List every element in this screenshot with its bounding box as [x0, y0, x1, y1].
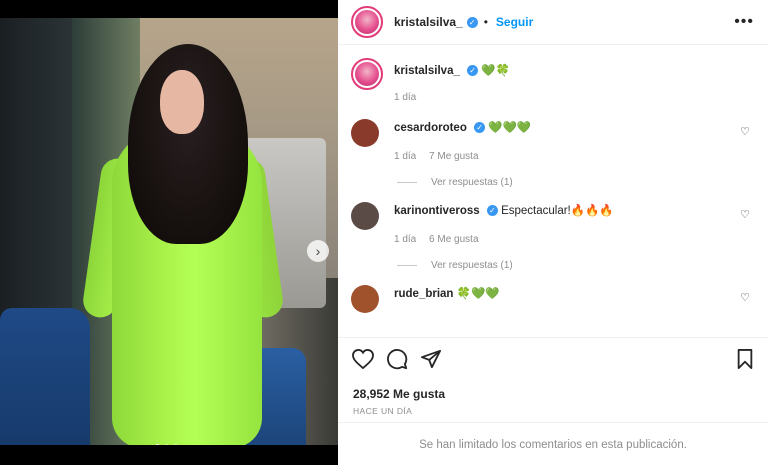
comment-username[interactable]: rude_brian [394, 288, 453, 300]
carousel-dot [173, 444, 178, 445]
verified-icon: ✓ [486, 205, 498, 216]
verified-icon: ✓ [467, 65, 479, 76]
caption-text: 💚🍀 [481, 65, 510, 77]
carousel-dot [155, 444, 160, 445]
comment-item: karinontiveross ✓ Espectacular!🔥🔥🔥 1 día… [351, 200, 754, 247]
comment-likes[interactable]: 7 Me gusta [429, 151, 478, 162]
follow-button[interactable]: Seguir [496, 15, 533, 29]
author-avatar[interactable] [351, 6, 383, 38]
verified-icon: ✓ [466, 16, 478, 28]
comment-text: 🍀💚💚 [456, 288, 500, 300]
comment-item: rude_brian 🍀💚💚 ♡ [351, 283, 754, 313]
photo-sofa [0, 308, 90, 445]
view-replies-label[interactable]: Ver respuestas (1) [431, 177, 513, 188]
view-replies-label[interactable]: Ver respuestas (1) [431, 260, 513, 271]
more-options-icon[interactable]: ••• [734, 13, 754, 31]
post-time: HACE UN DÍA [353, 406, 413, 416]
view-replies[interactable]: Ver respuestas (1) [397, 177, 754, 188]
post-sidebar: kristalsilva_ ✓ • Seguir ••• kristalsilv… [338, 0, 768, 465]
comment-avatar[interactable] [351, 119, 379, 147]
comment-like-icon[interactable]: ♡ [740, 125, 750, 138]
carousel-dots [155, 444, 178, 445]
like-icon[interactable] [352, 348, 374, 374]
post-photo[interactable]: › [0, 18, 338, 445]
photo-background [0, 18, 72, 318]
view-replies[interactable]: Ver respuestas (1) [397, 260, 754, 271]
comment-icon[interactable] [386, 348, 408, 375]
comment-username[interactable]: karinontiveross [394, 205, 480, 217]
post-header: kristalsilva_ ✓ • Seguir ••• [338, 0, 768, 45]
caption-avatar[interactable] [351, 58, 383, 90]
comment-avatar[interactable] [351, 202, 379, 230]
carousel-dot [164, 444, 169, 445]
verified-icon: ✓ [474, 122, 486, 133]
comment-likes[interactable]: 6 Me gusta [429, 234, 478, 245]
comment-like-icon[interactable]: ♡ [740, 291, 750, 304]
caption: kristalsilva_ ✓ 💚🍀 1 día [351, 58, 754, 105]
comment-username[interactable]: cesardoroteo [394, 122, 467, 134]
comments-list: kristalsilva_ ✓ 💚🍀 1 día cesardoroteo ✓ … [338, 46, 768, 336]
comment-avatar[interactable] [351, 285, 379, 313]
photo-subject [160, 70, 204, 134]
caption-username[interactable]: kristalsilva_ [394, 65, 460, 77]
comment-item: cesardoroteo ✓ 💚💚💚 1 día 7 Me gusta ♡ [351, 117, 754, 164]
save-icon[interactable] [736, 349, 754, 374]
likes-count[interactable]: 28,952 Me gusta [338, 375, 768, 401]
caption-time: 1 día [394, 92, 417, 103]
comment-time: 1 día [394, 151, 417, 162]
post-actions: 28,952 Me gusta HACE UN DÍA Se han limit… [338, 337, 768, 465]
comment-like-icon[interactable]: ♡ [740, 208, 750, 221]
next-image-button[interactable]: › [307, 240, 329, 262]
comment-time: 1 día [394, 234, 417, 245]
author-username[interactable]: kristalsilva_ [394, 15, 463, 29]
comment-text: 💚💚💚 [488, 122, 532, 134]
separator: • [483, 15, 488, 29]
comment-text: Espectacular!🔥🔥🔥 [501, 205, 614, 217]
share-icon[interactable] [420, 349, 442, 374]
comments-limited-notice: Se han limitado los comentarios en esta … [338, 422, 768, 465]
